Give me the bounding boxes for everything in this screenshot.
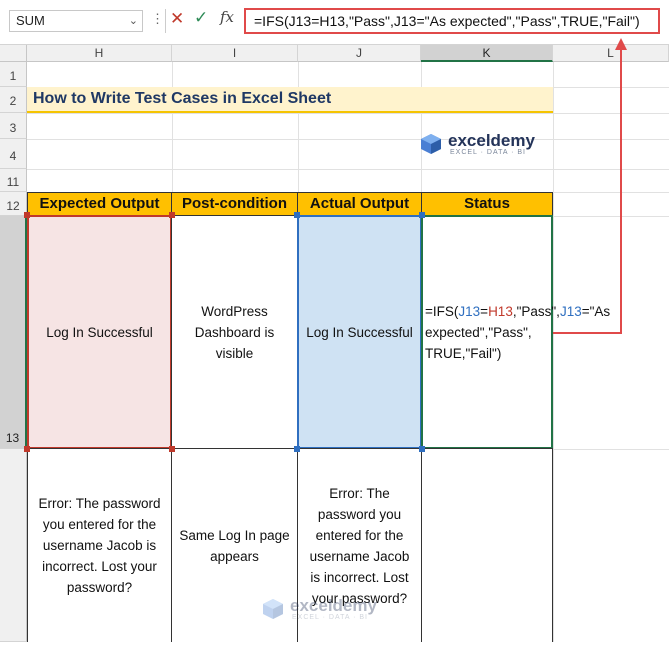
watermark-logo: exceldemy EXCEL · DATA · BI [262,596,377,621]
formula-bar: SUM ⌄ ⋮ ✕ ✓ fx =IFS(J13=H13,"Pass",J13="… [0,0,669,44]
row-header-12[interactable]: 12 [0,192,27,216]
exceldemy-logo: exceldemy EXCEL · DATA · BI [420,131,535,156]
select-all-corner[interactable] [0,45,27,62]
row-header-11[interactable]: 11 [0,169,27,192]
row-header-14[interactable] [0,449,27,642]
column-header-i[interactable]: I [172,45,298,62]
logo-tagline: EXCEL · DATA · BI [450,149,526,156]
watermark-logo-icon [262,598,284,620]
cell-j13-text: Log In Successful [306,324,413,340]
cell-k13-editing[interactable]: =IFS(J13=H13,"Pass",J13="As expected","P… [421,215,610,449]
cell-i14-text: Same Log In page appears [179,527,290,564]
formula-ref-j13: J13 [559,303,582,319]
name-box-value: SUM [16,13,45,28]
cell-h13[interactable]: Log In Successful [27,215,172,449]
status-formula: =IFS(J13=H13,"Pass",J13="As expected","P… [425,301,610,364]
cell-i13[interactable]: WordPress Dashboard is visible [171,215,298,449]
cell-i13-text: WordPress Dashboard is visible [194,303,275,361]
cell-h13-text: Log In Successful [46,324,153,340]
formula-ref-j13: J13 [458,303,481,319]
header-expected-output: Expected Output [27,192,172,216]
cell-h14[interactable]: Error: The password you entered for the … [27,448,172,642]
row-header-13[interactable]: 13 [0,216,27,449]
name-box[interactable]: SUM ⌄ [9,10,143,32]
watermark-name: exceldemy [290,596,377,615]
page-title: How to Write Test Cases in Excel Sheet [27,87,553,113]
column-header-h[interactable]: H [27,45,172,62]
formula-part: = [480,303,489,319]
watermark-tagline: EXCEL · DATA · BI [292,614,368,621]
header-status: Status [421,192,553,216]
formula-ref-h13: H13 [488,303,513,319]
row-header-1[interactable]: 1 [0,62,27,87]
exceldemy-logo-icon [420,133,442,155]
cancel-icon[interactable]: ✕ [170,9,184,29]
row-header-4[interactable]: 4 [0,139,27,169]
cell-k14[interactable] [421,448,553,642]
header-post-condition: Post-condition [171,192,298,216]
column-header-k[interactable]: K [421,45,553,62]
logo-name: exceldemy [448,131,535,150]
cell-j14-text: Error: The password you entered for the … [309,485,410,606]
formula-part: =IFS( [425,303,459,319]
header-actual-output: Actual Output [297,192,422,216]
formula-input[interactable]: =IFS(J13=H13,"Pass",J13="As expected","P… [244,8,660,34]
cell-j13[interactable]: Log In Successful [297,215,422,449]
column-header-l[interactable]: L [553,45,669,62]
chevron-down-icon[interactable]: ⌄ [129,11,138,31]
column-header-j[interactable]: J [298,45,421,62]
divider [165,9,166,33]
insert-function-icon[interactable]: fx [220,8,234,26]
enter-icon[interactable]: ✓ [194,8,208,28]
cell-h14-text: Error: The password you entered for the … [38,496,161,595]
row-header-2[interactable]: 2 [0,87,27,113]
more-options-icon[interactable]: ⋮ [151,11,164,27]
formula-part: ,"Pass", [512,303,560,319]
row-header-3[interactable]: 3 [0,113,27,139]
